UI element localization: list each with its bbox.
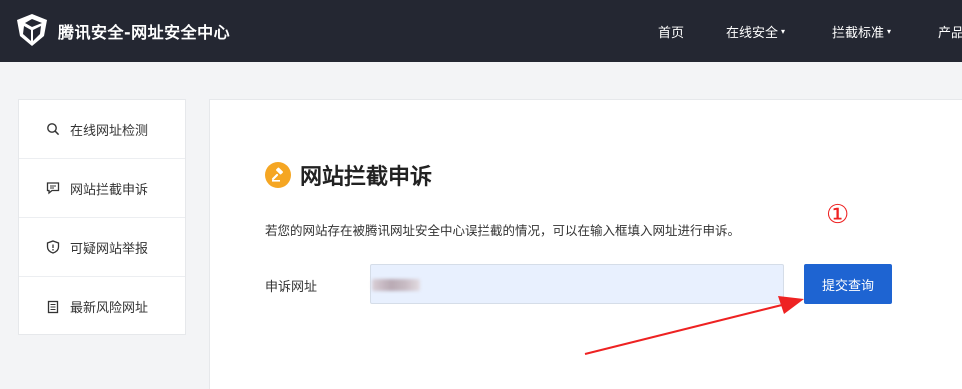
annotation-arrow (584, 296, 804, 355)
